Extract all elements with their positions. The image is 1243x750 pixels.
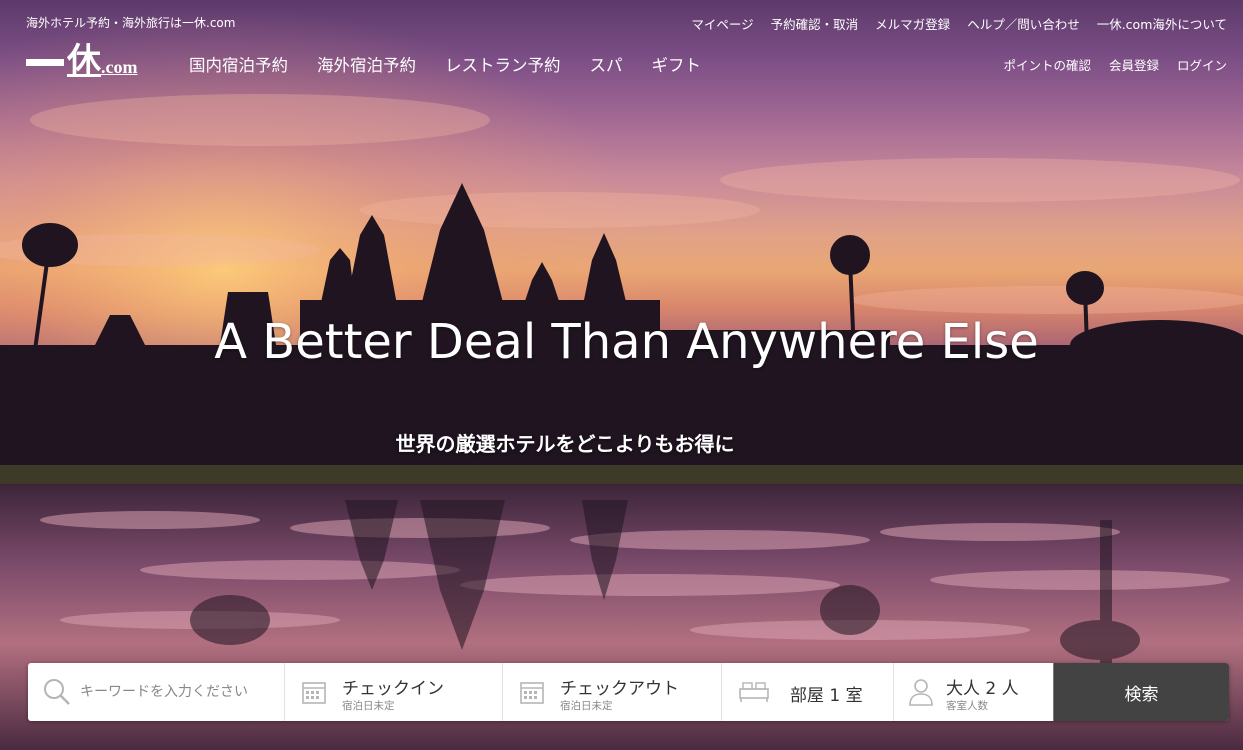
calendar-icon [520,682,544,704]
site-tagline: 海外ホテル予約・海外旅行は一休.com [26,16,236,30]
keyword-input[interactable] [80,680,275,704]
top-header: 海外ホテル予約・海外旅行は一休.com マイページ 予約確認・取消 メルマガ登録… [0,0,1243,44]
nav-gift[interactable]: ギフト [652,52,702,76]
search-icon [44,679,70,705]
help-contact-link[interactable]: ヘルプ／問い合わせ [967,14,1080,33]
hotel-search-bar: チェックイン 宿泊日未定 チェックアウト 宿泊日未定 部屋 1 室 大人 2 人… [28,663,1229,721]
site-logo[interactable]: 休 .com [26,40,137,80]
checkout-sublabel: 宿泊日未定 [560,700,613,712]
reservation-check-link[interactable]: 予約確認・取消 [771,14,859,33]
hero-headline: A Better Deal Than Anywhere Else [214,314,1039,370]
rooms-field[interactable]: 部屋 1 室 [722,663,894,721]
checkin-sublabel: 宿泊日未定 [342,700,395,712]
nav-restaurant[interactable]: レストラン予約 [445,52,561,76]
utility-links: マイページ 予約確認・取消 メルマガ登録 ヘルプ／問い合わせ 一休.com海外に… [691,14,1227,33]
nav-domestic-stay[interactable]: 国内宿泊予約 [189,52,288,76]
hero-background [0,0,1243,750]
points-link[interactable]: ポイントの確認 [1003,55,1091,74]
about-link[interactable]: 一休.com海外について [1097,14,1227,33]
register-link[interactable]: 会員登録 [1109,55,1159,74]
logo-kanji: 休 [67,41,101,81]
angkor-wat-sunset-image [0,0,1243,750]
checkin-field[interactable]: チェックイン 宿泊日未定 [285,663,503,721]
nav-overseas-stay[interactable]: 海外宿泊予約 [317,52,416,76]
login-link[interactable]: ログイン [1177,55,1227,74]
rooms-label: 部屋 1 室 [790,686,863,706]
guests-label: 大人 2 人 [946,679,1019,699]
newsletter-link[interactable]: メルマガ登録 [875,14,950,33]
guests-sublabel: 客室人数 [946,700,988,712]
keyword-field [28,663,285,721]
bed-icon [739,682,769,702]
search-button[interactable]: 検索 [1053,663,1229,721]
person-icon [909,679,933,706]
calendar-icon [302,682,326,704]
mypage-link[interactable]: マイページ [691,14,753,33]
guests-field[interactable]: 大人 2 人 客室人数 [894,663,1053,721]
logo-dash [26,59,64,66]
checkout-field[interactable]: チェックアウト 宿泊日未定 [503,663,722,721]
nav-spa[interactable]: スパ [590,52,623,76]
checkin-label: チェックイン [342,679,444,699]
hero-subheadline: 世界の厳選ホテルをどこよりもお得に [395,432,735,456]
account-nav: ポイントの確認 会員登録 ログイン [1003,55,1227,74]
logo-suffix: .com [101,57,138,77]
main-nav: 国内宿泊予約 海外宿泊予約 レストラン予約 スパ ギフト [189,52,701,76]
checkout-label: チェックアウト [560,679,679,699]
